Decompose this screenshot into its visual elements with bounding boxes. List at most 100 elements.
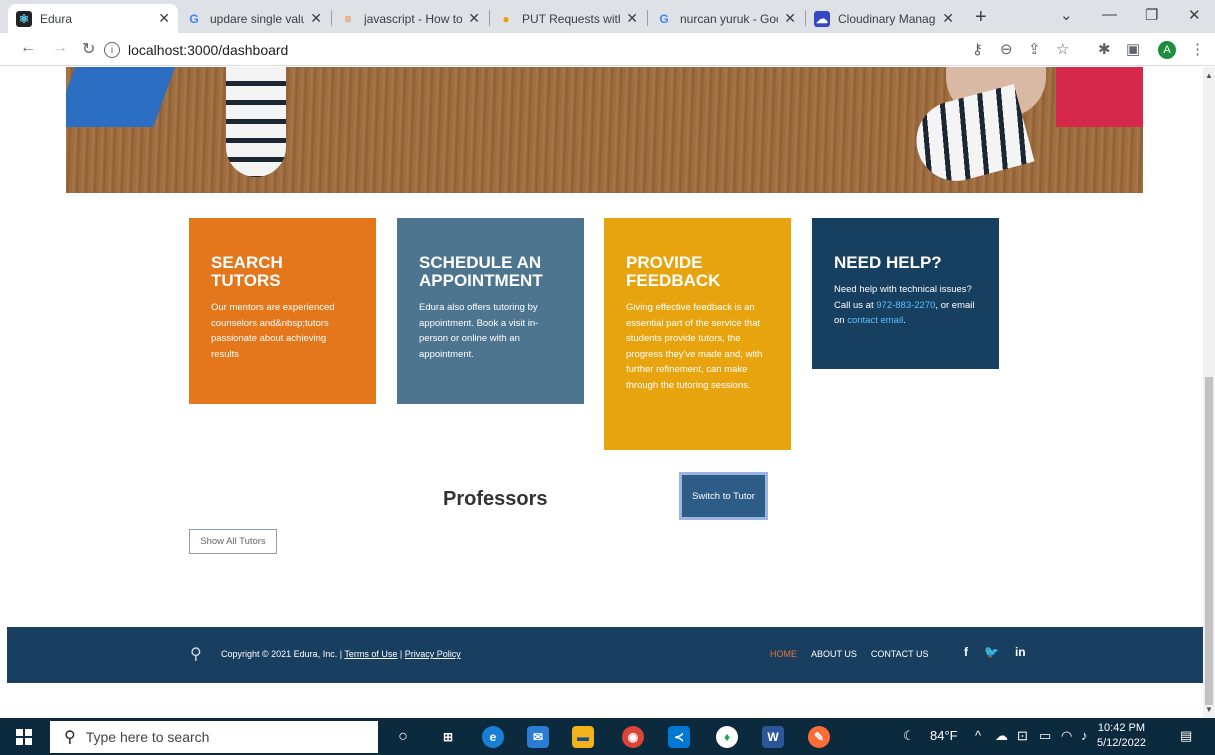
meet-icon[interactable]: ⊡: [1017, 728, 1028, 744]
show-all-tutors-button[interactable]: Show All Tutors: [189, 529, 277, 554]
reload-icon[interactable]: ↻: [82, 39, 95, 59]
file-explorer-icon[interactable]: ▬: [572, 726, 594, 748]
vscode-icon[interactable]: ≺: [668, 726, 690, 748]
restore-button[interactable]: ❐: [1145, 6, 1158, 24]
browser-tab-strip: ⚛ Edura ✕ G updare single value ✕ ≡ java…: [0, 0, 1215, 33]
stackoverflow-icon: ≡: [344, 11, 352, 26]
postman-icon[interactable]: ✎: [808, 726, 830, 748]
mongodb-compass-icon[interactable]: ♦: [716, 726, 738, 748]
card-title: Need Help?: [834, 253, 942, 272]
footer-nav-home[interactable]: HOME: [770, 649, 797, 659]
tab-stackoverflow[interactable]: ≡ javascript - How to ✕: [332, 4, 488, 33]
professors-heading: Professors: [443, 488, 548, 510]
linkedin-icon[interactable]: in: [1015, 645, 1026, 659]
minimize-button[interactable]: —: [1102, 6, 1117, 23]
footer-nav-contact[interactable]: CONTACT US: [871, 649, 929, 659]
tab-edura[interactable]: ⚛ Edura ✕: [8, 4, 178, 33]
card-provide-feedback[interactable]: Provide Feedback Giving effective feedba…: [604, 218, 791, 450]
card-text: Our mentors are experienced counselors a…: [211, 302, 335, 360]
phone-link[interactable]: 972-883-2270: [876, 300, 935, 311]
word-icon[interactable]: W: [762, 726, 784, 748]
footer-nav-about[interactable]: ABOUT US: [811, 649, 857, 659]
card-title: Search Tutors: [211, 253, 283, 290]
close-icon[interactable]: ✕: [784, 10, 796, 27]
side-panel-icon[interactable]: ▣: [1126, 40, 1140, 58]
edge-icon[interactable]: e: [482, 726, 504, 748]
taskbar-clock[interactable]: 10:42 PM 5/12/2022: [1097, 721, 1146, 751]
facebook-icon[interactable]: f: [964, 645, 968, 659]
contact-email-link[interactable]: contact email: [847, 315, 903, 326]
menu-kebab-icon[interactable]: ⋮: [1190, 40, 1205, 58]
profile-avatar[interactable]: A: [1158, 41, 1176, 59]
battery-icon[interactable]: ▭: [1039, 728, 1051, 744]
windows-taskbar: ⚲ Type here to search ○ ⊞ e ✉ ▬ ◉ ≺ ♦ W …: [0, 718, 1215, 755]
address-bar[interactable]: i localhost:3000/dashboard: [104, 38, 964, 62]
page-footer: ⚲ Copyright © 2021 Edura, Inc. | Terms o…: [7, 627, 1203, 683]
task-view-icon[interactable]: ⊞: [437, 726, 459, 748]
scroll-down-arrow-icon[interactable]: ▼: [1205, 705, 1213, 714]
tab-axios[interactable]: ● PUT Requests with ✕: [490, 4, 646, 33]
card-schedule-appointment[interactable]: Schedule an Appointment Edura also offer…: [397, 218, 584, 404]
clock-time: 10:42 PM: [1097, 722, 1146, 734]
info-icon[interactable]: i: [104, 42, 120, 58]
onedrive-icon[interactable]: ☁: [995, 728, 1008, 744]
privacy-policy-link[interactable]: Privacy Policy: [405, 649, 461, 659]
close-window-button[interactable]: ✕: [1188, 6, 1201, 24]
new-tab-button[interactable]: +: [975, 6, 987, 29]
url-text: localhost:3000/dashboard: [128, 42, 289, 58]
cloudinary-icon: ☁: [814, 10, 830, 27]
hero-image: [66, 67, 1143, 193]
copyright-text: Copyright © 2021 Edura, Inc. | Terms of …: [221, 649, 461, 659]
scroll-thumb[interactable]: [1205, 377, 1213, 705]
extensions-icon[interactable]: ✱: [1098, 40, 1111, 58]
chrome-icon[interactable]: ◉: [622, 726, 644, 748]
card-search-tutors[interactable]: Search Tutors Our mentors are experience…: [189, 218, 376, 404]
temperature-text: 84°F: [930, 728, 958, 743]
footer-nav: HOME ABOUT US CONTACT US: [770, 649, 929, 659]
close-icon[interactable]: ✕: [310, 10, 322, 27]
clock-date: 5/12/2022: [1097, 737, 1146, 749]
search-icon: ⚲: [64, 729, 76, 746]
key-icon[interactable]: ⚷: [972, 40, 983, 58]
page-viewport: Search Tutors Our mentors are experience…: [0, 67, 1203, 718]
close-icon[interactable]: ✕: [158, 10, 170, 27]
cortana-icon[interactable]: ○: [392, 726, 414, 748]
tab-google-search[interactable]: G updare single value ✕: [178, 4, 330, 33]
weather-icon[interactable]: ☾: [903, 728, 915, 744]
mail-icon[interactable]: ✉: [527, 726, 549, 748]
windows-start-icon[interactable]: [16, 729, 32, 745]
close-icon[interactable]: ✕: [468, 10, 480, 27]
scroll-up-arrow-icon[interactable]: ▲: [1205, 71, 1213, 80]
twitter-icon[interactable]: 🐦: [984, 645, 999, 659]
axios-icon: ●: [502, 11, 510, 26]
tab-search-icon[interactable]: ⌄: [1060, 6, 1073, 24]
page-scrollbar[interactable]: ▲ ▼: [1203, 67, 1215, 718]
google-icon: G: [659, 11, 669, 26]
tab-google-nurcan[interactable]: G nurcan yuruk - Goo ✕: [648, 4, 804, 33]
social-links: f 🐦 in: [964, 645, 1026, 659]
notifications-icon[interactable]: ▤: [1180, 728, 1192, 744]
taskbar-search[interactable]: ⚲ Type here to search: [50, 721, 378, 753]
forward-arrow-icon[interactable]: →: [52, 39, 68, 57]
switch-to-tutor-button[interactable]: Switch to Tutor: [679, 472, 768, 520]
card-need-help[interactable]: Need Help? Need help with technical issu…: [812, 218, 999, 369]
back-arrow-icon[interactable]: ←: [20, 39, 36, 57]
google-icon: G: [189, 11, 199, 26]
card-text: Giving effective feedback is an essentia…: [626, 302, 763, 391]
tray-chevron-icon[interactable]: ^: [975, 728, 981, 743]
card-text: Edura also offers tutoring by appointmen…: [419, 302, 539, 360]
share-icon[interactable]: ⇪: [1028, 40, 1041, 58]
card-title: Provide Feedback: [626, 253, 721, 290]
edura-logo-icon: ⚲: [190, 646, 202, 663]
taskbar-search-placeholder: Type here to search: [85, 729, 210, 745]
volume-icon[interactable]: ♪: [1081, 728, 1088, 743]
react-icon: ⚛: [16, 10, 32, 27]
wifi-icon[interactable]: ◠: [1061, 728, 1072, 744]
zoom-icon[interactable]: ⊖: [1000, 40, 1013, 58]
card-text: Need help with technical issues? Call us…: [834, 284, 975, 326]
close-icon[interactable]: ✕: [942, 10, 954, 27]
close-icon[interactable]: ✕: [626, 10, 638, 27]
star-icon[interactable]: ☆: [1056, 40, 1069, 58]
tab-cloudinary[interactable]: ☁ Cloudinary Manage ✕: [806, 4, 962, 33]
terms-of-use-link[interactable]: Terms of Use: [344, 649, 397, 659]
